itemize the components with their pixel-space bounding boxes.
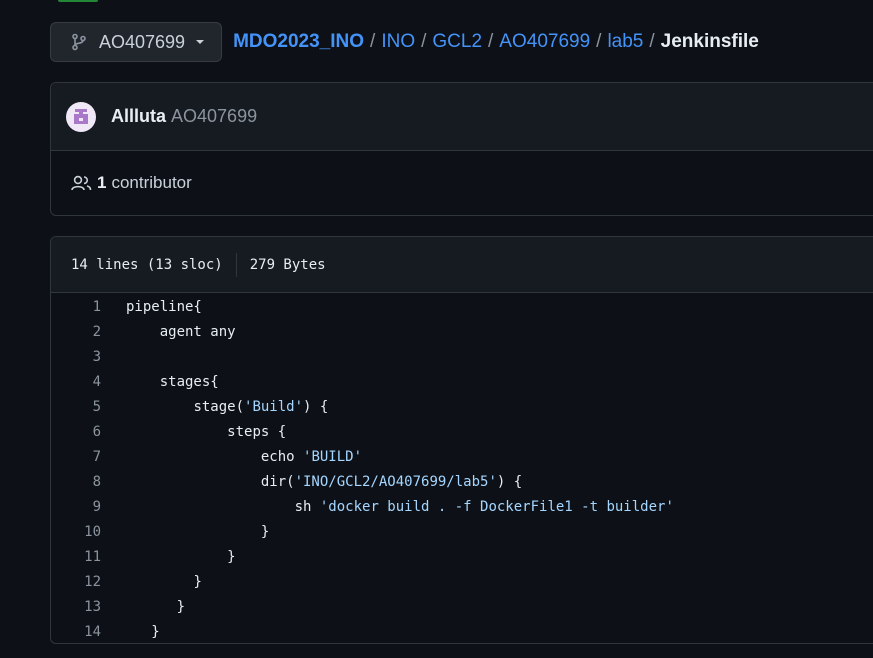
triangle-down-icon [195, 37, 205, 47]
code-line: 4 stages{ [51, 369, 873, 394]
line-number[interactable]: 3 [51, 349, 101, 365]
code-line: 2 agent any [51, 319, 873, 344]
code-line: 5 stage('Build') { [51, 394, 873, 419]
breadcrumb-link-ao407699[interactable]: AO407699 [499, 31, 590, 53]
code-line: 14 } [51, 619, 873, 643]
top-green-accent [58, 0, 98, 2]
code-content: } [176, 598, 186, 615]
line-number[interactable]: 6 [51, 424, 101, 440]
breadcrumb-separator: / [370, 31, 376, 52]
line-number[interactable]: 13 [51, 599, 101, 615]
line-number[interactable]: 5 [51, 399, 101, 415]
file-info-divider [235, 252, 237, 277]
contributors-row[interactable]: 1 contributor [51, 151, 873, 215]
contributors-label: contributor [111, 173, 192, 192]
code-line: 9 sh 'docker build . -f DockerFile1 -t b… [51, 494, 873, 519]
commit-author-id[interactable]: AO407699 [171, 106, 257, 127]
code-content: pipeline{ [126, 298, 202, 315]
code-line: 13 } [51, 594, 873, 619]
line-number[interactable]: 14 [51, 624, 101, 640]
breadcrumb-separator: / [596, 31, 602, 52]
code-content: stages{ [159, 373, 219, 390]
code-line: 10 } [51, 519, 873, 544]
breadcrumb-link-ino[interactable]: INO [381, 31, 415, 53]
code-content: } [193, 573, 202, 590]
avatar[interactable] [66, 101, 96, 132]
contributors-count: 1 [97, 173, 107, 192]
file-info-header: 14 lines (13 sloc) 279 Bytes [51, 237, 873, 293]
line-number[interactable]: 7 [51, 449, 101, 465]
line-number[interactable]: 2 [51, 324, 101, 340]
line-number[interactable]: 1 [51, 299, 101, 315]
breadcrumb-current-file: Jenkinsfile [660, 31, 759, 52]
people-icon [71, 174, 93, 192]
breadcrumb-separator: / [421, 31, 427, 52]
code-line: 11 } [51, 544, 873, 569]
code-line: 1 pipeline{ [51, 294, 873, 319]
git-branch-icon [71, 33, 87, 51]
commit-author-link[interactable]: Allluta [111, 106, 166, 127]
code-line: 12 } [51, 569, 873, 594]
line-number[interactable]: 9 [51, 499, 101, 515]
code-content: echo 'BUILD' [260, 448, 363, 465]
breadcrumb-link-gcl2[interactable]: GCL2 [432, 31, 482, 53]
line-number[interactable]: 11 [51, 549, 101, 565]
code-content: } [260, 523, 270, 540]
code-content: stage('Build') { [193, 398, 329, 415]
breadcrumb-repo-link[interactable]: MDO2023_INO [233, 31, 364, 53]
code-content: } [227, 548, 236, 565]
breadcrumb-separator: / [488, 31, 494, 52]
latest-commit-box: Allluta AO407699 1 contributor [50, 82, 873, 216]
file-navigation: AO407699 MDO2023_INO / INO / GCL2 / AO40… [50, 22, 759, 62]
file-viewer: 14 lines (13 sloc) 279 Bytes 1 pipeline{… [50, 236, 873, 644]
file-size: 279 Bytes [249, 256, 326, 273]
code-line: 8 dir('INO/GCL2/AO407699/lab5') { [51, 469, 873, 494]
code-content: } [151, 623, 160, 640]
line-number[interactable]: 8 [51, 474, 101, 490]
line-number[interactable]: 12 [51, 574, 101, 590]
code-line: 3 [51, 344, 873, 369]
code-content: steps { [227, 423, 287, 440]
line-number[interactable]: 10 [51, 524, 101, 540]
code-line: 6 steps { [51, 419, 873, 444]
line-number[interactable]: 4 [51, 374, 101, 390]
branch-name: AO407699 [99, 31, 186, 52]
breadcrumb-separator: / [649, 31, 655, 52]
breadcrumb: MDO2023_INO / INO / GCL2 / AO407699 / la… [233, 31, 759, 53]
code-content: agent any [159, 323, 236, 340]
branch-select-button[interactable]: AO407699 [50, 22, 223, 62]
file-line-count: 14 lines (13 sloc) [71, 256, 223, 273]
code-content: sh 'docker build . -f DockerFile1 -t bui… [294, 498, 674, 515]
commit-header: Allluta AO407699 [51, 83, 873, 151]
code-line: 7 echo 'BUILD' [51, 444, 873, 469]
code-view: 1 pipeline{ 2 agent any 3 4 stages{ 5 st… [51, 293, 873, 643]
breadcrumb-link-lab5[interactable]: lab5 [607, 31, 643, 53]
code-content: dir('INO/GCL2/AO407699/lab5') { [260, 473, 523, 490]
